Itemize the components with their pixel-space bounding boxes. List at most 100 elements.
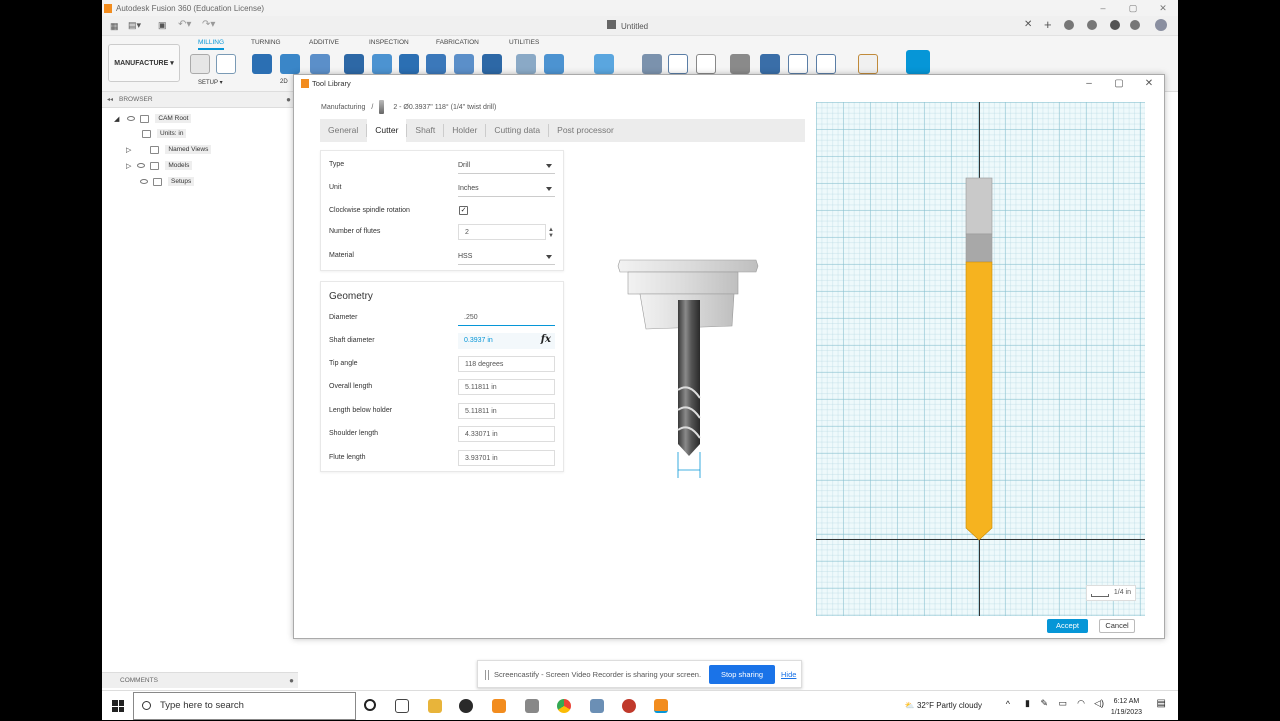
- maximize-icon[interactable]: ▢: [1104, 75, 1134, 93]
- grid-menu-icon[interactable]: ▦: [110, 21, 119, 32]
- flutes-input[interactable]: 2 ▲ ▼: [458, 224, 554, 240]
- setup-sheet-icon[interactable]: [216, 54, 236, 74]
- close-icon[interactable]: ✕: [1134, 75, 1164, 93]
- cancel-button[interactable]: Cancel: [1099, 619, 1135, 633]
- redo-icon[interactable]: ↷▾: [202, 19, 215, 30]
- tab-cutting-data[interactable]: Cutting data: [486, 119, 548, 142]
- shaft-diameter-input[interactable]: 0.3937 in fx: [458, 333, 555, 349]
- adaptive-clearing-icon[interactable]: [280, 54, 300, 74]
- fusion-taskbar-icon[interactable]: [492, 699, 506, 713]
- wifi-icon[interactable]: ◠: [1077, 698, 1085, 709]
- new-tab-icon[interactable]: +: [1044, 17, 1052, 32]
- tab-additive[interactable]: ADDITIVE: [309, 39, 339, 46]
- expand-icon[interactable]: ▷: [126, 162, 131, 170]
- radial-icon[interactable]: [454, 54, 474, 74]
- clock[interactable]: 6:12 AM 1/19/2023: [1111, 696, 1142, 718]
- pen-icon[interactable]: ✎: [1040, 698, 1048, 709]
- taskbar-search-input[interactable]: Type here to search: [133, 692, 356, 720]
- minimize-icon[interactable]: –: [1088, 0, 1118, 16]
- tab-cutter[interactable]: Cutter: [367, 119, 407, 142]
- probe-icon[interactable]: [544, 54, 564, 74]
- tool-preview-grid[interactable]: 1/4 in: [816, 102, 1145, 616]
- job-status-icon[interactable]: [1064, 20, 1074, 30]
- app-icon[interactable]: [525, 699, 539, 713]
- pocket-icon[interactable]: [310, 54, 330, 74]
- select-icon[interactable]: [906, 50, 930, 74]
- tree-units[interactable]: Units: in: [142, 129, 187, 138]
- tool-library-icon[interactable]: [730, 54, 750, 74]
- setup-label[interactable]: SETUP ▾: [198, 79, 223, 86]
- tab-milling[interactable]: MILLING: [198, 39, 225, 50]
- setup-sheet-doc-icon[interactable]: [696, 54, 716, 74]
- overall-length-input[interactable]: 5.11811 in: [458, 379, 555, 395]
- chrome-icon[interactable]: [557, 699, 571, 713]
- undo-icon[interactable]: ↶▾: [178, 19, 191, 30]
- stepper-arrows-icon[interactable]: ▲ ▼: [548, 227, 554, 239]
- windows-start-icon[interactable]: [112, 700, 124, 712]
- weather-widget[interactable]: ⛅ 32°F Partly cloudy: [905, 701, 982, 710]
- expand-icon[interactable]: ◢: [114, 115, 119, 123]
- notification-center-icon[interactable]: ▤: [1157, 698, 1166, 709]
- fusion-active-icon[interactable]: [654, 699, 668, 713]
- app-icon[interactable]: [590, 699, 604, 713]
- unit-select[interactable]: Inches: [458, 181, 555, 197]
- face-milling-icon[interactable]: [252, 54, 272, 74]
- tree-models[interactable]: ▷ Models: [126, 161, 193, 170]
- close-tab-icon[interactable]: ✕: [1024, 19, 1032, 30]
- hide-link[interactable]: Hide: [781, 670, 796, 679]
- browser-options-icon[interactable]: ●: [286, 92, 291, 108]
- tab-inspection[interactable]: INSPECTION: [369, 39, 409, 46]
- volume-icon[interactable]: ◁): [1094, 698, 1104, 709]
- simulate-icon[interactable]: [642, 54, 662, 74]
- notifications-icon[interactable]: [1110, 20, 1120, 30]
- formula-icon[interactable]: fx: [541, 334, 551, 345]
- browser-header[interactable]: ◂◂ BROWSER ●: [102, 92, 294, 108]
- 2d-label[interactable]: 2D: [280, 79, 288, 85]
- drag-handle-icon[interactable]: [485, 670, 489, 680]
- measure-icon[interactable]: [858, 54, 878, 74]
- tree-setups[interactable]: Setups: [140, 177, 195, 186]
- help-icon[interactable]: [1130, 20, 1140, 30]
- tab-turning[interactable]: TURNING: [251, 39, 281, 46]
- tab-post-processor[interactable]: Post processor: [549, 119, 622, 142]
- cortana-icon[interactable]: [364, 699, 376, 711]
- avatar[interactable]: [1155, 19, 1167, 31]
- eye-icon[interactable]: [140, 179, 148, 184]
- contour-icon[interactable]: [344, 54, 364, 74]
- length-below-holder-input[interactable]: 5.11811 in: [458, 403, 555, 419]
- maximize-icon[interactable]: ▢: [1118, 0, 1148, 16]
- drill-op-icon[interactable]: [372, 54, 392, 74]
- close-icon[interactable]: ✕: [1148, 0, 1178, 16]
- tab-shaft[interactable]: Shaft: [407, 119, 443, 142]
- eye-icon[interactable]: [137, 163, 146, 168]
- tab-holder[interactable]: Holder: [444, 119, 485, 142]
- task-view-icon[interactable]: [395, 699, 409, 713]
- save-icon[interactable]: ▣: [158, 20, 167, 31]
- flute-length-input[interactable]: 3.93701 in: [458, 450, 555, 466]
- tree-named-views[interactable]: ▷ Named Views: [126, 145, 212, 154]
- file-explorer-icon[interactable]: [428, 699, 442, 713]
- template-icon[interactable]: [788, 54, 808, 74]
- stop-sharing-button[interactable]: Stop sharing: [709, 665, 775, 684]
- comments-panel[interactable]: COMMENTS ●: [102, 672, 298, 688]
- parallel-icon[interactable]: [426, 54, 446, 74]
- setup-folder-icon[interactable]: [190, 54, 210, 74]
- collapse-icon[interactable]: ◂◂: [107, 92, 113, 108]
- extensions-icon[interactable]: [1087, 20, 1097, 30]
- app-icon[interactable]: [459, 699, 473, 713]
- post-process-icon[interactable]: [668, 54, 688, 74]
- tab-fabrication[interactable]: FABRICATION: [436, 39, 479, 46]
- material-select[interactable]: HSS: [458, 249, 555, 265]
- app-icon[interactable]: [622, 699, 636, 713]
- usb-icon[interactable]: ▮: [1025, 698, 1030, 709]
- post-library-icon[interactable]: [816, 54, 836, 74]
- tab-utilities[interactable]: UTILITIES: [509, 39, 539, 46]
- add-comment-icon[interactable]: ●: [289, 673, 294, 689]
- eye-icon[interactable]: [127, 116, 136, 121]
- chevron-up-icon[interactable]: ^: [1006, 699, 1010, 709]
- clockwise-checkbox[interactable]: ✓: [459, 206, 468, 215]
- battery-icon[interactable]: ▭: [1058, 698, 1067, 709]
- shoulder-length-input[interactable]: 4.33071 in: [458, 426, 555, 442]
- scallop-icon[interactable]: [399, 54, 419, 74]
- minimize-icon[interactable]: –: [1074, 75, 1104, 93]
